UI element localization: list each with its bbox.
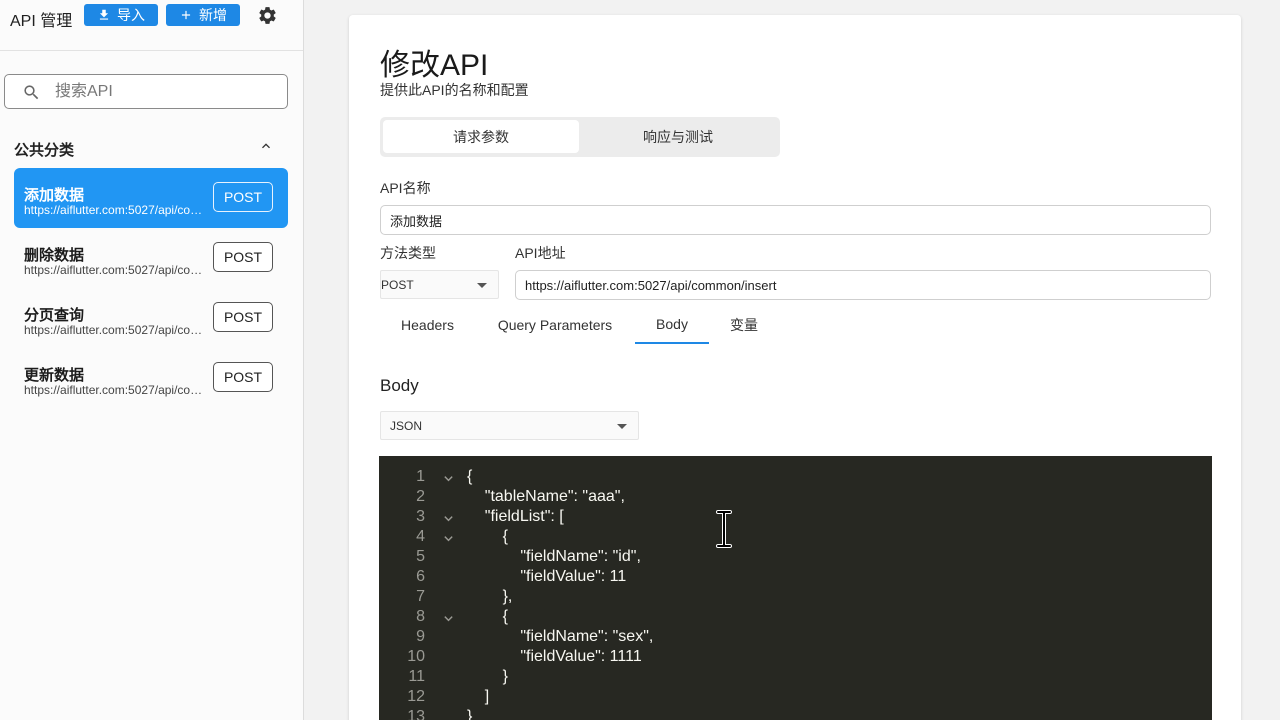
page-subtitle: 提供此API的名称和配置: [380, 82, 529, 98]
api-name-label: API名称: [380, 180, 431, 196]
tab-query-parameters[interactable]: Query Parameters: [487, 306, 623, 344]
url-label: API地址: [515, 245, 566, 261]
line-number: 5: [416, 548, 425, 565]
api-name-field[interactable]: 添加数据: [380, 205, 1211, 235]
method-select-value: POST: [381, 277, 414, 292]
tab-response-test[interactable]: 响应与测试: [580, 120, 776, 153]
tab-headers[interactable]: Headers: [380, 306, 475, 344]
fold-chevron-icon[interactable]: [443, 613, 454, 624]
code-line[interactable]: 11 }: [379, 668, 1212, 688]
line-number: 2: [416, 488, 425, 505]
code-line[interactable]: 4 {: [379, 528, 1212, 548]
api-method-badge[interactable]: POST: [213, 242, 273, 272]
tab-body[interactable]: Body: [635, 306, 709, 344]
code-line[interactable]: 10 "fieldValue": 1111: [379, 648, 1212, 668]
fold-chevron-icon[interactable]: [443, 513, 454, 524]
segmented-control: 请求参数 响应与测试: [380, 117, 780, 157]
json-editor[interactable]: 1{2 "tableName": "aaa", 3 "fieldList": [4…: [379, 456, 1212, 720]
api-item-name: 删除数据: [24, 247, 85, 264]
category-title[interactable]: 公共分类: [14, 139, 74, 160]
search-box[interactable]: [4, 74, 288, 109]
code-line[interactable]: 13}: [379, 708, 1212, 720]
api-item-name: 添加数据: [24, 187, 85, 204]
code-text: {: [467, 608, 508, 625]
tab-request-params[interactable]: 请求参数: [383, 120, 579, 153]
api-item-url: https://aiflutter.com:5027/api/common/de…: [24, 263, 212, 277]
code-text: "tableName": "aaa",: [467, 488, 625, 505]
api-list-item[interactable]: 更新数据 https://aiflutter.com:5027/api/comm…: [14, 348, 288, 408]
api-list-item[interactable]: 添加数据 https://aiflutter.com:5027/api/comm…: [14, 168, 288, 228]
api-method-badge[interactable]: POST: [213, 302, 273, 332]
code-text: {: [467, 468, 473, 485]
line-number: 6: [416, 568, 425, 585]
url-field[interactable]: https://aiflutter.com:5027/api/common/in…: [515, 270, 1211, 300]
code-text: "fieldName": "id",: [467, 548, 641, 565]
body-type-select[interactable]: JSON: [380, 411, 639, 440]
api-item-url: https://aiflutter.com:5027/api/common/up…: [24, 383, 212, 397]
line-number: 10: [407, 648, 425, 665]
api-method-badge[interactable]: POST: [213, 182, 273, 212]
code-line[interactable]: 5 "fieldName": "id",: [379, 548, 1212, 568]
code-text: },: [467, 588, 513, 605]
download-icon: [99, 9, 109, 20]
api-list-item[interactable]: 删除数据 https://aiflutter.com:5027/api/comm…: [14, 228, 288, 288]
code-text: "fieldValue": 1111: [467, 648, 642, 665]
line-number: 3: [416, 508, 425, 525]
chevron-up-icon[interactable]: [258, 138, 274, 154]
method-label: 方法类型: [380, 245, 436, 261]
plus-icon: [181, 10, 191, 20]
api-method-badge[interactable]: POST: [213, 362, 273, 392]
code-text: "fieldName": "sex",: [467, 628, 654, 645]
text-cursor-icon: [716, 510, 732, 548]
line-number: 7: [416, 588, 425, 605]
api-item-url: https://aiflutter.com:5027/api/common/in…: [24, 203, 212, 217]
code-text: {: [467, 528, 508, 545]
code-line[interactable]: 1{: [379, 468, 1212, 488]
search-input[interactable]: [55, 81, 275, 103]
fold-chevron-icon[interactable]: [443, 533, 454, 544]
api-list-item[interactable]: 分页查询 https://aiflutter.com:5027/api/comm…: [14, 288, 288, 348]
caret-down-icon: [617, 424, 627, 429]
code-line[interactable]: 3 "fieldList": [: [379, 508, 1212, 528]
line-number: 11: [408, 668, 425, 685]
gear-icon[interactable]: [257, 5, 278, 26]
add-api-button[interactable]: 新增: [166, 4, 240, 26]
import-button-label: 导入: [117, 7, 145, 23]
api-item-name: 更新数据: [24, 367, 85, 384]
fold-chevron-icon[interactable]: [443, 473, 454, 484]
search-icon: [24, 85, 39, 100]
page-title: 修改API: [380, 49, 489, 82]
code-line[interactable]: 2 "tableName": "aaa",: [379, 488, 1212, 508]
method-select[interactable]: POST: [380, 270, 499, 299]
code-line[interactable]: 9 "fieldName": "sex",: [379, 628, 1212, 648]
sidebar: API 管理 导入 新增 公共分类 添加数据 https://aiflutter…: [0, 0, 304, 720]
add-api-button-label: 新增: [199, 7, 227, 23]
line-number: 12: [407, 688, 425, 705]
line-number: 4: [416, 528, 425, 545]
code-line[interactable]: 7 },: [379, 588, 1212, 608]
body-section-title: Body: [380, 376, 419, 395]
tab-variables[interactable]: 变量: [721, 306, 767, 344]
app-title: API 管理: [10, 13, 73, 30]
line-number: 13: [407, 708, 425, 720]
body-type-value: JSON: [390, 418, 423, 433]
import-button[interactable]: 导入: [84, 4, 158, 26]
code-text: ]: [467, 688, 490, 705]
api-item-name: 分页查询: [24, 307, 85, 324]
line-number: 8: [416, 608, 425, 625]
line-number: 1: [416, 468, 425, 485]
line-number: 9: [416, 628, 425, 645]
api-item-url: https://aiflutter.com:5027/api/common/pa…: [24, 323, 212, 337]
sidebar-header: API 管理 导入 新增: [0, 0, 303, 51]
code-text: "fieldList": [: [467, 508, 564, 525]
code-line[interactable]: 6 "fieldValue": 11: [379, 568, 1212, 588]
code-text: "fieldValue": 11: [467, 568, 627, 585]
code-text: }: [467, 668, 508, 685]
caret-down-icon: [477, 283, 487, 288]
code-line[interactable]: 8 {: [379, 608, 1212, 628]
code-text: }: [467, 708, 473, 720]
code-line[interactable]: 12 ]: [379, 688, 1212, 708]
